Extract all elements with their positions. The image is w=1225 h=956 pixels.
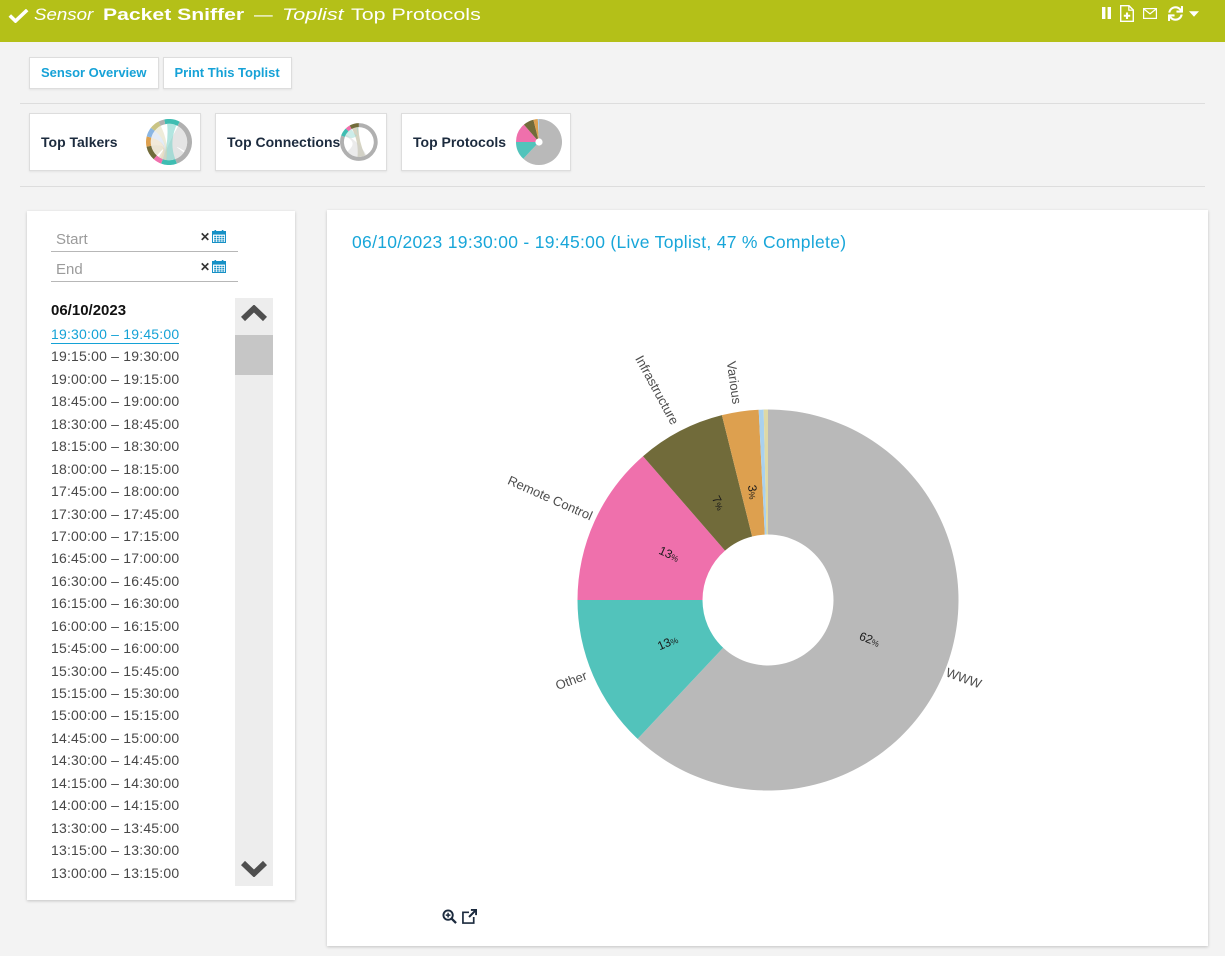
svg-text:Various: Various: [724, 360, 745, 405]
svg-text:Infrastructure: Infrastructure: [632, 353, 682, 427]
svg-text:WWW: WWW: [944, 665, 984, 692]
svg-text:Other: Other: [553, 667, 589, 692]
svg-text:Remote Control: Remote Control: [506, 473, 595, 524]
